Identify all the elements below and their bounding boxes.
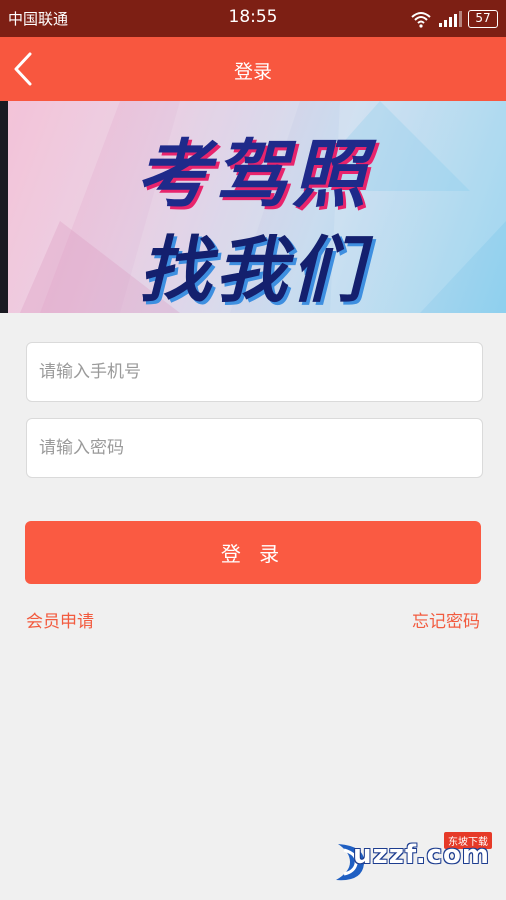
battery-icon: 57 bbox=[468, 10, 498, 28]
login-button[interactable]: 登 录 bbox=[25, 521, 481, 584]
page-title: 登录 bbox=[233, 61, 272, 83]
password-field bbox=[26, 418, 483, 478]
status-bar: 中国联通 18:55 57 bbox=[0, 0, 506, 37]
phone-field bbox=[26, 342, 483, 402]
banner-subheadline: 找我们 bbox=[138, 228, 367, 312]
watermark-text: uzzf.com bbox=[353, 840, 490, 870]
phone-input[interactable] bbox=[27, 343, 482, 401]
watermark: 东坡下载 uzzf.com bbox=[322, 832, 502, 888]
forgot-password-link[interactable]: 忘记密码 bbox=[412, 607, 480, 632]
status-icons: 57 bbox=[410, 8, 498, 30]
banner-headline: 考驾照 bbox=[136, 132, 370, 218]
signal-icon bbox=[439, 11, 462, 27]
register-link[interactable]: 会员申请 bbox=[26, 607, 94, 632]
wifi-icon bbox=[411, 12, 431, 28]
navbar: 登录 bbox=[0, 37, 506, 101]
promo-banner: 考驾照 找我们 bbox=[0, 101, 506, 313]
password-input[interactable] bbox=[27, 419, 482, 477]
